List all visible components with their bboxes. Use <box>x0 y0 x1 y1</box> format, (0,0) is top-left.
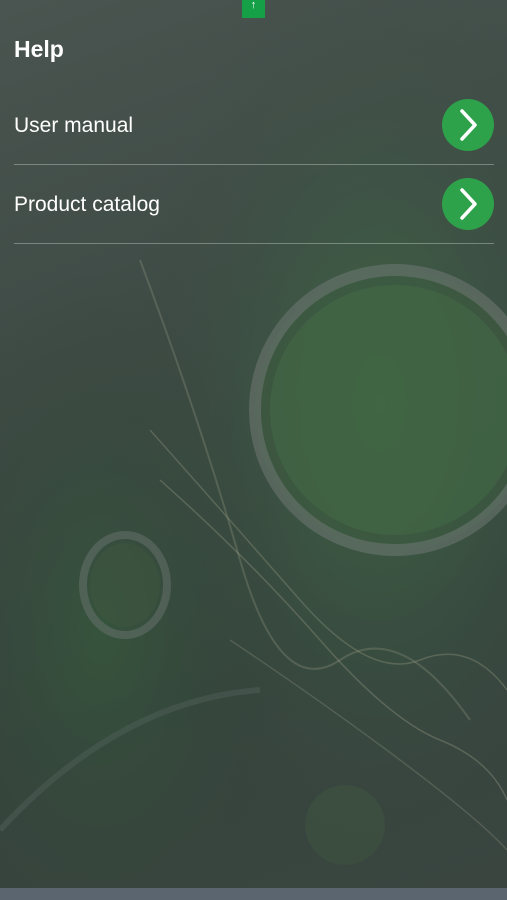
help-screen: ↑ Help User manual Product catalog <box>0 0 507 900</box>
bottom-bar <box>0 888 507 900</box>
menu-item-product-catalog[interactable]: Product catalog <box>14 165 494 244</box>
chevron-right-icon <box>460 109 477 141</box>
page-title: Help <box>14 36 64 62</box>
help-menu-list: User manual Product catalog <box>14 86 494 244</box>
chevron-right-icon <box>460 188 477 220</box>
open-product-catalog-button[interactable] <box>442 178 494 230</box>
menu-item-label: Product catalog <box>14 193 160 216</box>
menu-item-user-manual[interactable]: User manual <box>14 86 494 165</box>
open-user-manual-button[interactable] <box>442 99 494 151</box>
arrow-up-icon: ↑ <box>250 0 257 11</box>
menu-item-label: User manual <box>14 114 134 137</box>
top-pull-tab[interactable]: ↑ <box>242 0 265 18</box>
